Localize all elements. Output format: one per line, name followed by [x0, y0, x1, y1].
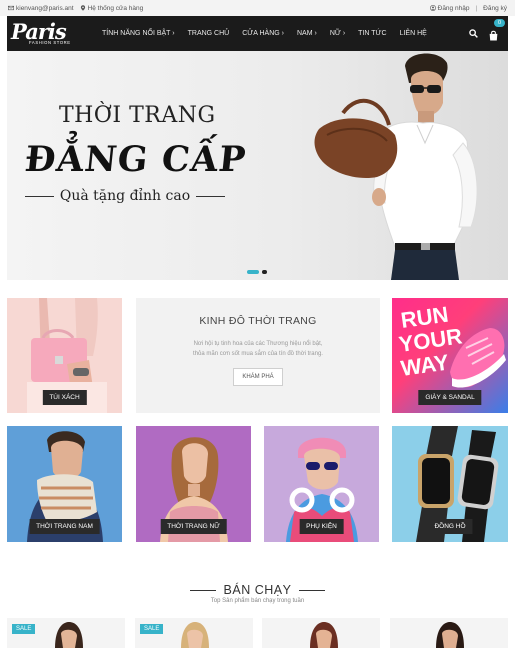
category-tile-shoes[interactable]: RUN YOUR WAY GIÀY & SANDAL: [392, 298, 508, 413]
tagline-rule-left: [25, 195, 54, 197]
hero-tagline: Quà tặng đỉnh cao: [25, 188, 226, 204]
stores-text: Hệ thống cửa hàng: [87, 4, 144, 12]
register-link[interactable]: Đăng ký: [483, 5, 507, 12]
tagline-rule-right: [196, 195, 226, 197]
cart-count-badge: 0: [493, 18, 505, 27]
nav-item-home[interactable]: TRANG CHỦ: [188, 30, 230, 37]
user-icon: [429, 4, 436, 11]
product-image-3: [310, 622, 338, 648]
logo-tagline: FASHION STORE: [29, 40, 71, 45]
sale-badge: SALE: [12, 624, 36, 634]
topbar-separator: |: [475, 4, 478, 12]
nav-item-news[interactable]: TIN TỨC: [358, 30, 386, 37]
nav-item-men[interactable]: NAM ›: [297, 30, 317, 37]
envelope-icon: [8, 5, 14, 10]
bestseller-title-text: BÁN CHẠY: [223, 583, 292, 597]
main-menu: TÍNH NĂNG NỔI BẬT › TRANG CHỦ CỬA HÀNG ›…: [102, 30, 440, 37]
category-label-bags: TÚI XÁCH: [42, 390, 87, 405]
product-card-2[interactable]: SALE: [135, 618, 253, 648]
email-text: kienvang@paris.ant: [16, 4, 74, 12]
sale-badge: SALE: [140, 624, 164, 634]
nav-item-features[interactable]: TÍNH NĂNG NỔI BẬT ›: [102, 30, 175, 37]
category-label-watches: ĐỒNG HỒ: [427, 519, 473, 534]
login-text: Đăng nhập: [437, 4, 470, 12]
slide-dot-1[interactable]: [247, 270, 259, 274]
nav-icons: 0: [469, 18, 508, 40]
category-tile-men[interactable]: THỜI TRANG NAM: [7, 426, 122, 542]
product-card-1[interactable]: SALE: [7, 618, 125, 648]
nav-item-shop[interactable]: CỬA HÀNG ›: [242, 30, 284, 37]
slide-dot-2[interactable]: [262, 270, 267, 274]
email-link[interactable]: kienvang@paris.ant: [8, 5, 74, 12]
nav-item-women[interactable]: NỮ ›: [330, 30, 345, 37]
category-label-shoes: GIÀY & SANDAL: [418, 390, 482, 405]
site-logo[interactable]: Paris FASHION STORE: [7, 16, 87, 51]
bestseller-title: BÁN CHẠY: [0, 583, 515, 597]
title-rule-right: [299, 589, 326, 591]
category-tile-watches[interactable]: ĐỒNG HỒ: [392, 426, 508, 542]
category-label-accessories: PHỤ KIỆN: [299, 519, 344, 534]
hero-headline-2: ĐẲNG CẤP: [22, 139, 249, 180]
promo-description: Nơi hội tụ tinh hoa của các Thương hiệu …: [193, 341, 323, 357]
category-label-men: THỜI TRANG NAM: [29, 519, 100, 534]
hero-tagline-text: Quà tặng đỉnh cao: [59, 188, 191, 204]
promo-title: KINH ĐÔ THỜI TRANG: [199, 315, 317, 327]
category-tile-accessories[interactable]: PHỤ KIỆN: [264, 426, 379, 542]
main-navbar: Paris FASHION STORE TÍNH NĂNG NỔI BẬT › …: [7, 16, 508, 51]
product-image-4: [436, 622, 464, 648]
top-bar: kienvang@paris.ant Hệ thống cửa hàng Đăn…: [0, 0, 515, 16]
hero-headline-1: THỜI TRANG: [59, 103, 216, 128]
product-card-3[interactable]: [262, 618, 380, 648]
category-tile-women[interactable]: THỜI TRANG NỮ: [136, 426, 251, 542]
hero-model-image: [314, 53, 478, 280]
search-icon[interactable]: [469, 29, 478, 38]
promo-box: KINH ĐÔ THỜI TRANG Nơi hội tụ tinh hoa c…: [136, 298, 380, 413]
slider-dots: [247, 270, 267, 274]
bestseller-subtitle: Top Sản phẩm bán chạy trong tuần: [210, 598, 305, 604]
explore-button[interactable]: KHÁM PHÁ: [233, 368, 283, 386]
category-tile-bags[interactable]: TÚI XÁCH: [7, 298, 122, 413]
cart-button[interactable]: 0: [488, 18, 505, 40]
category-label-women: THỜI TRANG NỮ: [160, 519, 227, 534]
login-link[interactable]: Đăng nhập: [429, 4, 470, 12]
title-rule-left: [189, 589, 216, 591]
hero-slider[interactable]: THỜI TRANG ĐẲNG CẤP Quà tặng đỉnh cao: [7, 51, 508, 280]
shopping-bag-icon: [489, 30, 498, 40]
nav-item-contact[interactable]: LIÊN HỆ: [400, 30, 427, 37]
way-text: WAY: [399, 349, 450, 380]
product-card-4[interactable]: [390, 618, 508, 648]
stores-link[interactable]: Hệ thống cửa hàng: [80, 4, 144, 12]
map-pin-icon: [80, 5, 85, 11]
